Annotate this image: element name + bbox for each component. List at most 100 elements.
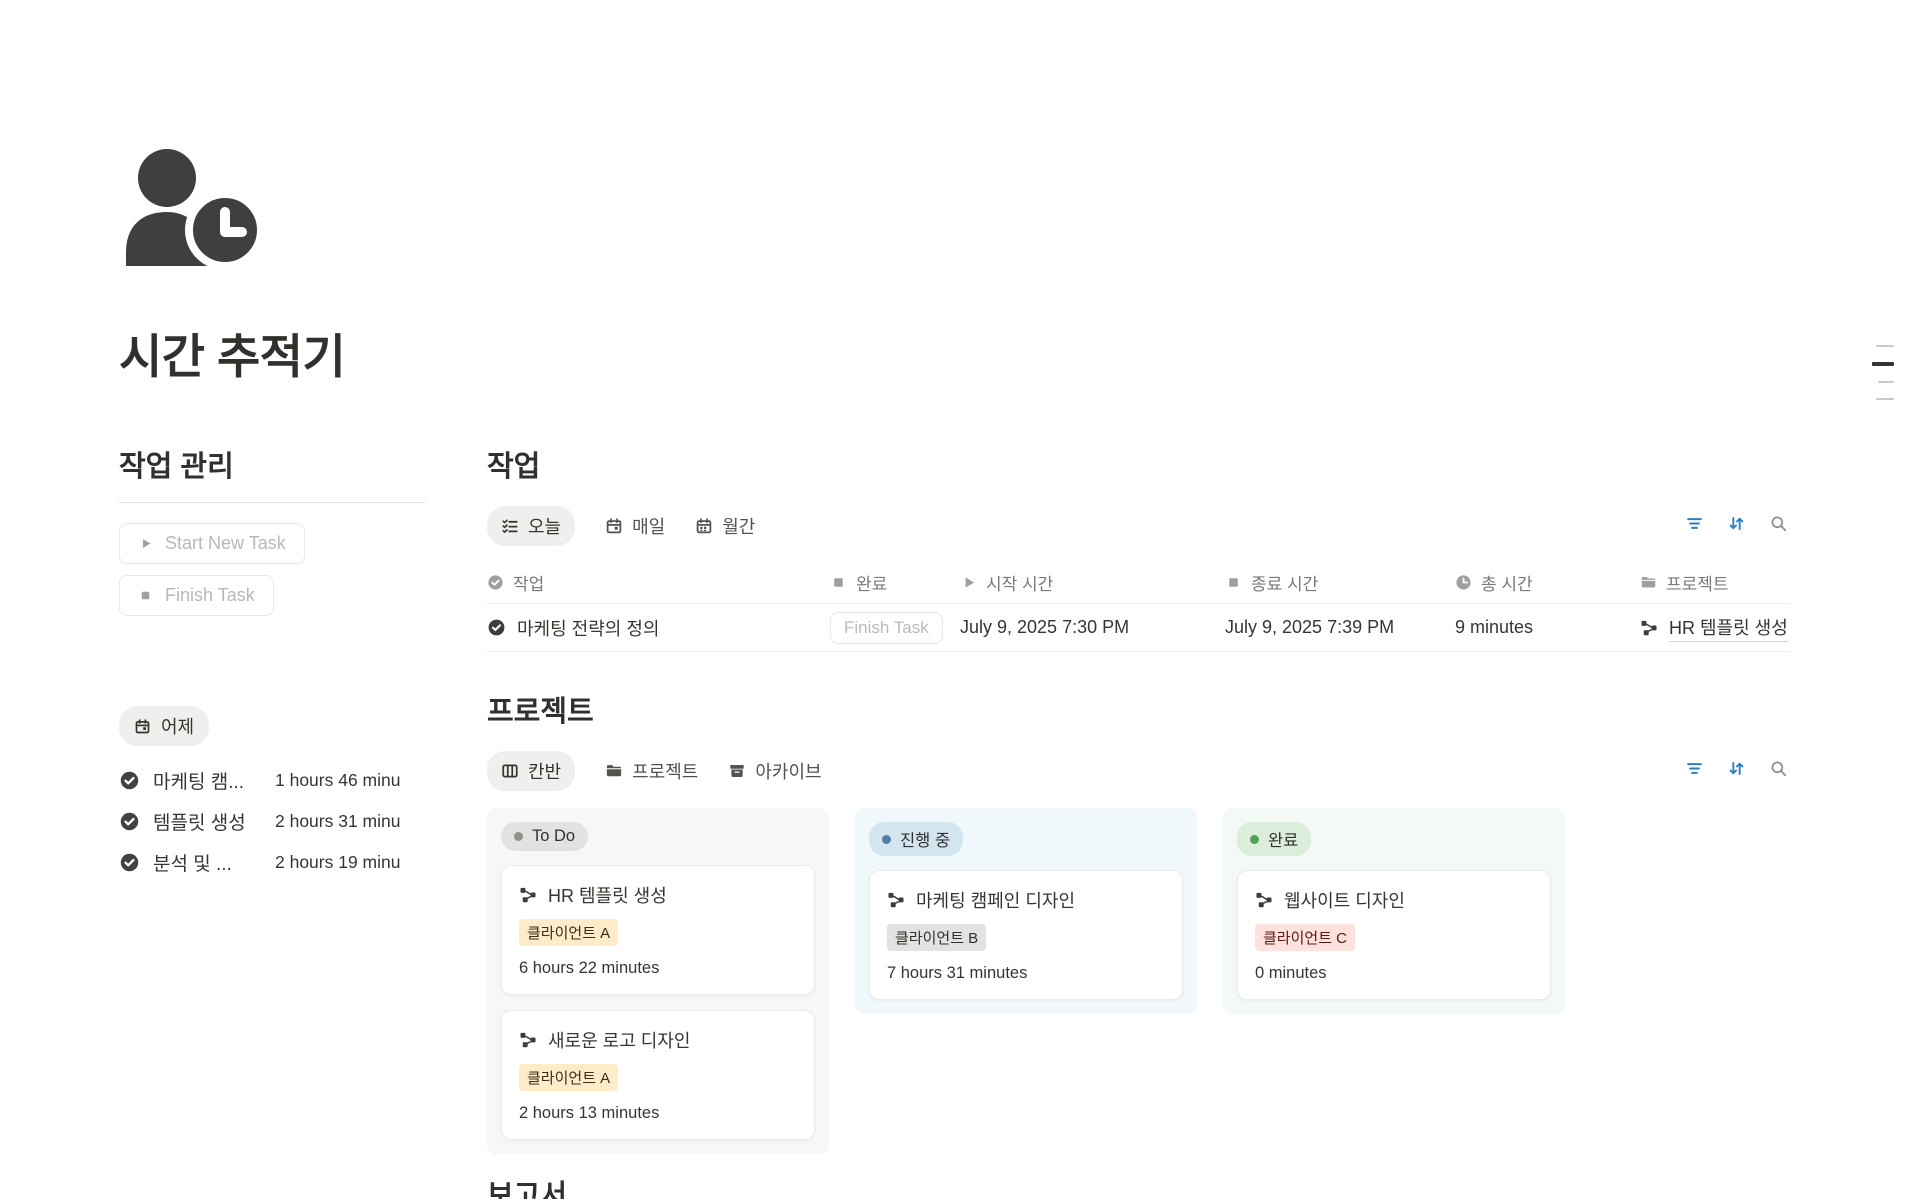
tab-label: 월간 (722, 513, 755, 539)
card-title: 웹사이트 디자인 (1284, 887, 1405, 913)
projects-view-tabs: 칸반 프로젝트 아카이브 (487, 751, 1790, 791)
card-duration: 6 hours 22 minutes (519, 959, 797, 978)
card-duration: 7 hours 31 minutes (887, 964, 1165, 983)
column-header-task[interactable]: 작업 (487, 570, 830, 595)
cell-end-time[interactable]: July 9, 2025 7:39 PM (1225, 617, 1455, 638)
tasks-table: 작업 완료 시작 시간 종료 시간 총 시간 (487, 562, 1790, 652)
tab-today[interactable]: 오늘 (487, 506, 575, 546)
column-label: 프로젝트 (1666, 570, 1729, 595)
calendar-icon (605, 517, 623, 535)
cell-total-time[interactable]: 9 minutes (1455, 617, 1640, 638)
tab-label: 오늘 (528, 513, 561, 539)
column-label: 총 시간 (1481, 570, 1533, 595)
card-duration: 0 minutes (1255, 964, 1533, 983)
reports-heading: 보고서 (487, 1172, 567, 1199)
project-card[interactable]: 새로운 로고 디자인 클라이언트 A 2 hours 13 minutes (501, 1010, 815, 1140)
search-icon[interactable] (1769, 514, 1788, 533)
status-dot (514, 832, 523, 841)
status-badge[interactable]: 진행 중 (869, 822, 963, 856)
tab-label: 프로젝트 (632, 758, 698, 784)
finish-task-label: Finish Task (165, 585, 255, 606)
check-circle-icon (119, 852, 140, 873)
cell-complete: Finish Task (830, 612, 960, 644)
column-header-end-time[interactable]: 종료 시간 (1225, 570, 1455, 595)
card-duration: 2 hours 13 minutes (519, 1104, 797, 1123)
folder-icon (1640, 574, 1657, 591)
task-duration: 1 hours 46 minu (275, 770, 425, 791)
check-circle-icon (119, 770, 140, 791)
cell-project-relation[interactable]: HR 템플릿 생성 (1640, 614, 1790, 642)
tab-kanban[interactable]: 칸반 (487, 751, 575, 791)
card-title: 마케팅 캠페인 디자인 (916, 887, 1075, 913)
table-header-row: 작업 완료 시작 시간 종료 시간 총 시간 (487, 562, 1790, 604)
tab-label: 매일 (632, 513, 665, 539)
filter-icon[interactable] (1685, 514, 1704, 533)
check-circle-icon (487, 618, 506, 637)
folder-icon (605, 762, 623, 780)
sort-icon[interactable] (1727, 759, 1746, 778)
column-label: 시작 시간 (986, 570, 1053, 595)
divider (119, 502, 425, 503)
status-dot (1250, 835, 1259, 844)
status-badge[interactable]: To Do (501, 822, 588, 851)
person-clock-icon (119, 148, 269, 270)
kanban-column-done: 완료 웹사이트 디자인 클라이언트 C 0 minutes (1223, 808, 1565, 1014)
row-finish-task-button[interactable]: Finish Task (830, 612, 943, 644)
task-name: 마케팅 캠... (153, 767, 275, 794)
relation-icon (519, 1031, 537, 1049)
table-row[interactable]: 마케팅 전략의 정의 Finish Task July 9, 2025 7:30… (487, 604, 1790, 652)
outline-dash (1872, 362, 1894, 366)
filter-icon[interactable] (1685, 759, 1704, 778)
list-item[interactable]: 템플릿 생성 2 hours 31 minu (119, 809, 425, 834)
cell-start-time[interactable]: July 9, 2025 7:30 PM (960, 617, 1225, 638)
status-badge[interactable]: 완료 (1237, 822, 1311, 856)
column-header-project[interactable]: 프로젝트 (1640, 570, 1790, 595)
column-header-complete[interactable]: 완료 (830, 570, 960, 595)
cell-task[interactable]: 마케팅 전략의 정의 (487, 615, 830, 641)
status-dot (882, 835, 891, 844)
outline-indicator[interactable] (1872, 345, 1894, 400)
start-new-task-button[interactable]: Start New Task (119, 523, 305, 564)
tab-daily[interactable]: 매일 (605, 506, 665, 546)
tab-archive[interactable]: 아카이브 (728, 751, 821, 791)
tab-label: 칸반 (528, 758, 561, 784)
calendar-grid-icon (695, 517, 713, 535)
client-tag: 클라이언트 A (519, 1064, 618, 1091)
tab-projects[interactable]: 프로젝트 (605, 751, 698, 791)
project-card[interactable]: HR 템플릿 생성 클라이언트 A 6 hours 22 minutes (501, 865, 815, 995)
outline-dash (1876, 345, 1894, 347)
outline-dash (1876, 398, 1894, 400)
project-link[interactable]: HR 템플릿 생성 (1669, 614, 1788, 642)
yesterday-label: 어제 (161, 713, 194, 739)
tasks-heading: 작업 (487, 443, 1790, 485)
calendar-icon (134, 718, 151, 735)
archive-icon (728, 762, 746, 780)
relation-icon (1640, 619, 1658, 637)
page: 시간 추적기 작업 관리 Start New Task Finish Task … (0, 0, 1920, 1199)
page-icon[interactable] (119, 148, 269, 275)
search-icon[interactable] (1769, 759, 1788, 778)
sort-icon[interactable] (1727, 514, 1746, 533)
task-title: 마케팅 전략의 정의 (517, 615, 659, 641)
yesterday-tab[interactable]: 어제 (119, 706, 209, 746)
list-item[interactable]: 마케팅 캠... 1 hours 46 minu (119, 768, 425, 793)
task-name: 분석 및 ... (153, 849, 275, 876)
play-icon (138, 536, 153, 551)
finish-task-button[interactable]: Finish Task (119, 575, 274, 616)
task-duration: 2 hours 31 minu (275, 811, 425, 832)
tab-monthly[interactable]: 월간 (695, 506, 755, 546)
kanban-column-todo: To Do HR 템플릿 생성 클라이언트 A 6 hours 22 minut… (487, 808, 829, 1154)
column-header-total-time[interactable]: 총 시간 (1455, 570, 1640, 595)
status-label: 완료 (1268, 827, 1298, 851)
check-circle-icon (119, 811, 140, 832)
kanban-board: To Do HR 템플릿 생성 클라이언트 A 6 hours 22 minut… (487, 808, 1790, 1154)
column-header-start-time[interactable]: 시작 시간 (960, 570, 1225, 595)
status-label: 진행 중 (900, 827, 950, 851)
check-circle-icon (487, 574, 504, 591)
stop-icon (138, 588, 153, 603)
status-label: To Do (532, 827, 575, 846)
list-item[interactable]: 분석 및 ... 2 hours 19 minu (119, 850, 425, 875)
project-card[interactable]: 마케팅 캠페인 디자인 클라이언트 B 7 hours 31 minutes (869, 870, 1183, 1000)
project-card[interactable]: 웹사이트 디자인 클라이언트 C 0 minutes (1237, 870, 1551, 1000)
start-new-task-label: Start New Task (165, 533, 286, 554)
